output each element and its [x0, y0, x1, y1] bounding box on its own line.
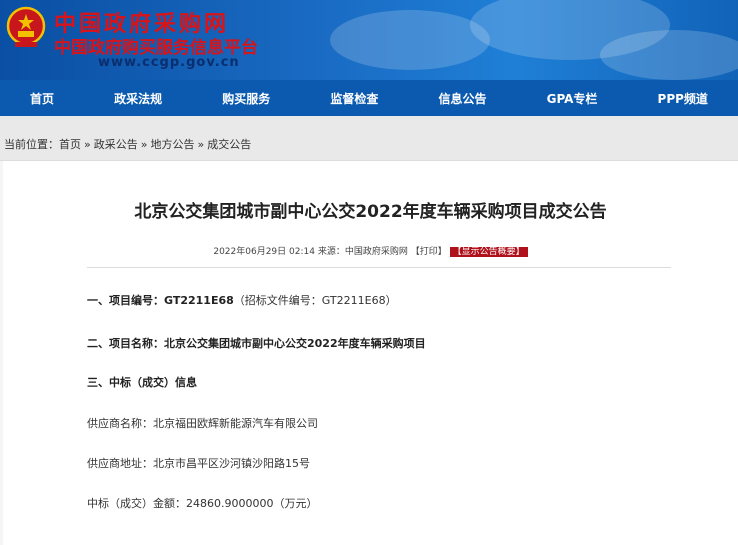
supplier-address-line: 供应商地址：北京市昌平区沙河镇沙阳路15号 [87, 455, 310, 471]
breadcrumb-home[interactable]: 首页 [59, 138, 81, 151]
section-heading: 三、中标（成交）信息 [87, 376, 197, 389]
nav-gpa[interactable]: GPA专栏 [541, 90, 604, 107]
breadcrumb-separator: » [84, 138, 91, 151]
breadcrumb: 当前位置：首页» 政采公告» 地方公告» 成交公告 [4, 136, 251, 152]
breadcrumb-separator: » [140, 138, 148, 151]
supplier-name-line: 供应商名称：北京福田欧辉新能源汽车有限公司 [87, 415, 318, 431]
award-amount-line: 中标（成交）金额：24860.9000000（万元） [87, 495, 317, 511]
supplier-name: 北京福田欧辉新能源汽车有限公司 [153, 417, 318, 430]
section-label: 一、项目编号： [87, 294, 164, 307]
nav-ppp[interactable]: PPP频道 [652, 90, 714, 107]
article-title: 北京公交集团城市副中心公交2022年度车辆采购项目成交公告 [134, 202, 607, 222]
breadcrumb-bar: 当前位置：首页» 政采公告» 地方公告» 成交公告 [0, 116, 738, 161]
print-link[interactable]: 【打印】 [411, 247, 447, 257]
nav-home[interactable]: 首页 [24, 90, 60, 107]
breadcrumb-procurement-notices[interactable]: 政采公告 [94, 138, 138, 151]
main-nav: 首页 政采法规 购买服务 监督检查 信息公告 GPA专栏 PPP频道 [0, 80, 738, 116]
field-label: 供应商名称： [87, 417, 153, 430]
breadcrumb-label: 当前位置： [4, 138, 59, 151]
bid-doc-number: （招标文件编号：GT2211E68） [233, 294, 397, 307]
project-name: 北京公交集团城市副中心公交2022年度车辆采购项目 [164, 337, 426, 350]
field-label: 中标（成交）金额： [87, 497, 186, 510]
nav-supervision[interactable]: 监督检查 [324, 90, 384, 107]
breadcrumb-separator: » [197, 138, 205, 151]
cloud-decoration [330, 10, 490, 70]
nav-regulations[interactable]: 政采法规 [108, 90, 168, 107]
field-label: 供应商地址： [87, 457, 153, 470]
site-url: www.ccgp.gov.cn [98, 55, 240, 70]
national-emblem-icon [6, 6, 46, 47]
cloud-decoration [600, 30, 738, 80]
nav-announcements[interactable]: 信息公告 [432, 90, 492, 107]
project-number-line: 一、项目编号：GT2211E68（招标文件编号：GT2211E68） [87, 292, 397, 308]
article-content: 北京公交集团城市副中心公交2022年度车辆采购项目成交公告 2022年06月29… [3, 161, 738, 545]
article-meta: 2022年06月29日 02:14 来源：中国政府采购网 【打印】 【显示公告概… [3, 244, 738, 257]
source-value: 中国政府采购网 [344, 247, 408, 257]
supplier-address: 北京市昌平区沙河镇沙阳路15号 [153, 457, 310, 470]
nav-purchase-services[interactable]: 购买服务 [216, 90, 276, 107]
breadcrumb-deal-notices[interactable]: 成交公告 [207, 138, 251, 151]
show-summary-button[interactable]: 【显示公告概要】 [449, 247, 528, 257]
section-label: 二、项目名称： [87, 337, 164, 350]
publish-datetime: 2022年06月29日 02:14 [213, 247, 315, 257]
award-amount: 24860.9000000（万元） [186, 497, 318, 510]
project-number: GT2211E68 [164, 294, 234, 307]
breadcrumb-local-notices[interactable]: 地方公告 [150, 138, 194, 151]
award-info-heading: 三、中标（成交）信息 [87, 374, 197, 390]
project-name-line: 二、项目名称：北京公交集团城市副中心公交2022年度车辆采购项目 [87, 335, 426, 351]
divider [87, 267, 671, 268]
header-banner: 中国政府采购网 中国政府购买服务信息平台 www.ccgp.gov.cn [0, 0, 738, 80]
source-label: 来源： [317, 247, 345, 257]
